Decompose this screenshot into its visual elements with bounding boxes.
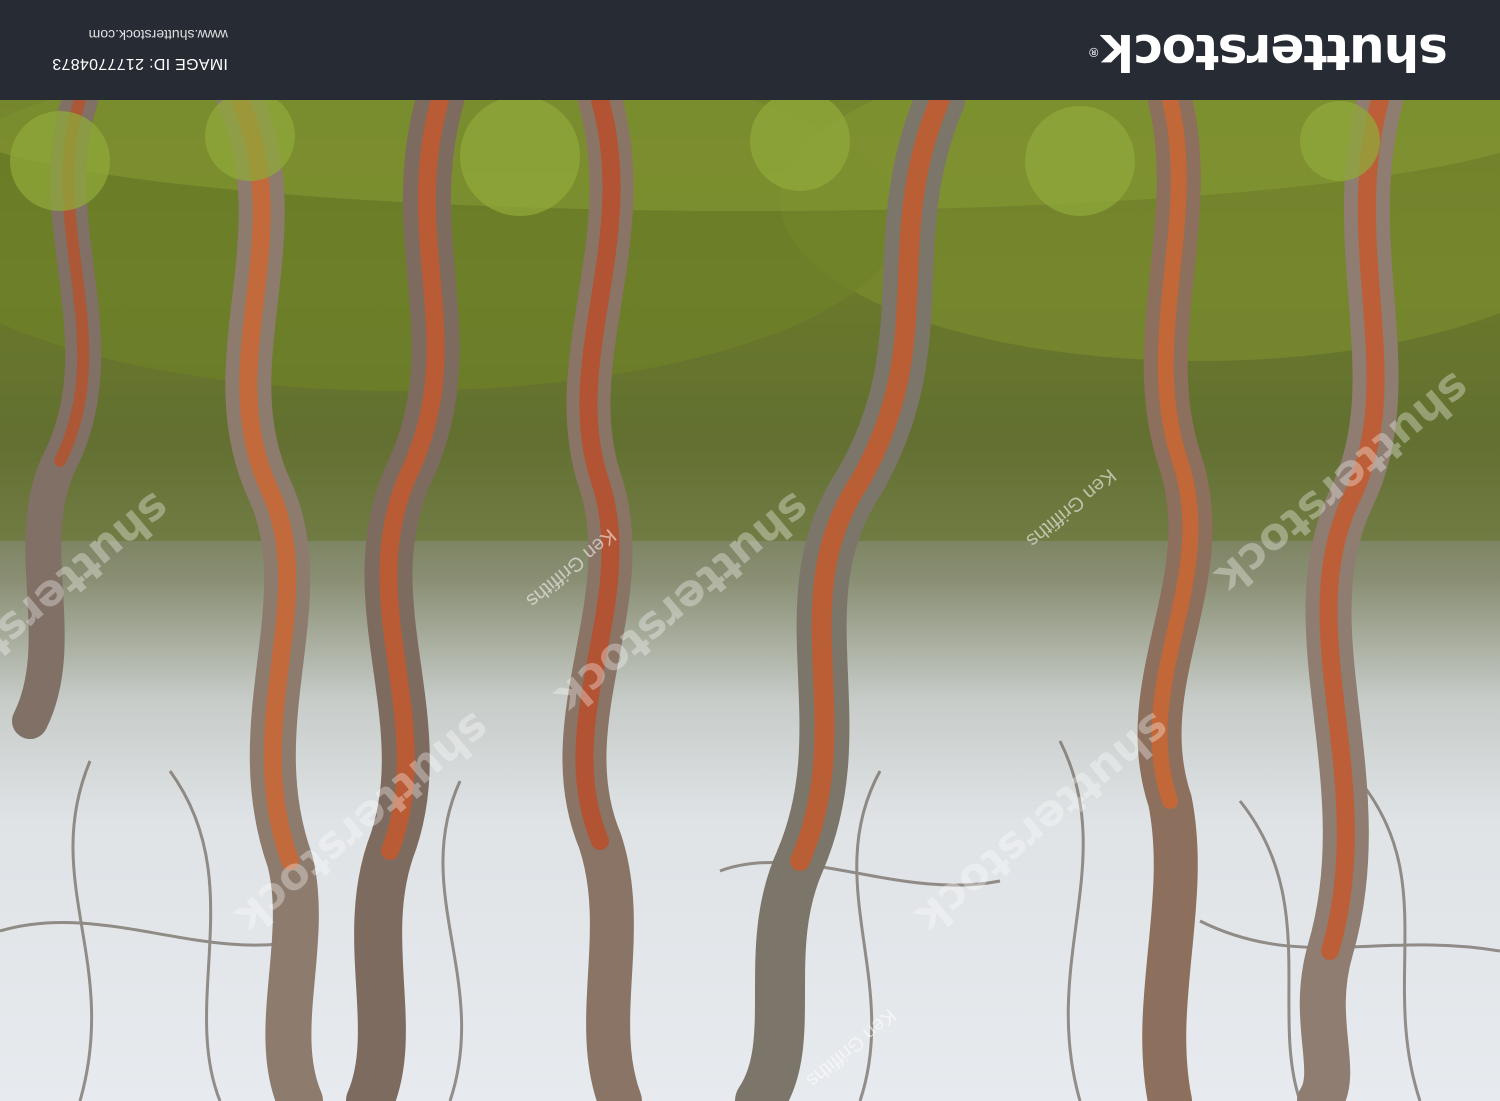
registered-mark: ® [1088, 45, 1100, 59]
image-id-label: IMAGE ID: 2177704873 [52, 55, 228, 72]
stock-photo: shutterstock shutterstock shutterstock s… [0, 100, 1500, 1101]
image-meta: IMAGE ID: 2177704873 www.shutterstock.co… [52, 24, 228, 74]
info-bar: shutterstock® IMAGE ID: 2177704873 www.s… [0, 0, 1500, 100]
site-url: www.shutterstock.com [88, 27, 228, 43]
shutterstock-logo: shutterstock® [1089, 22, 1448, 82]
rotated-screenshot: shutterstock shutterstock shutterstock s… [0, 0, 1500, 1101]
logo-text: shutterstock [1101, 23, 1448, 81]
tree-trunks-illustration [0, 100, 1500, 1101]
